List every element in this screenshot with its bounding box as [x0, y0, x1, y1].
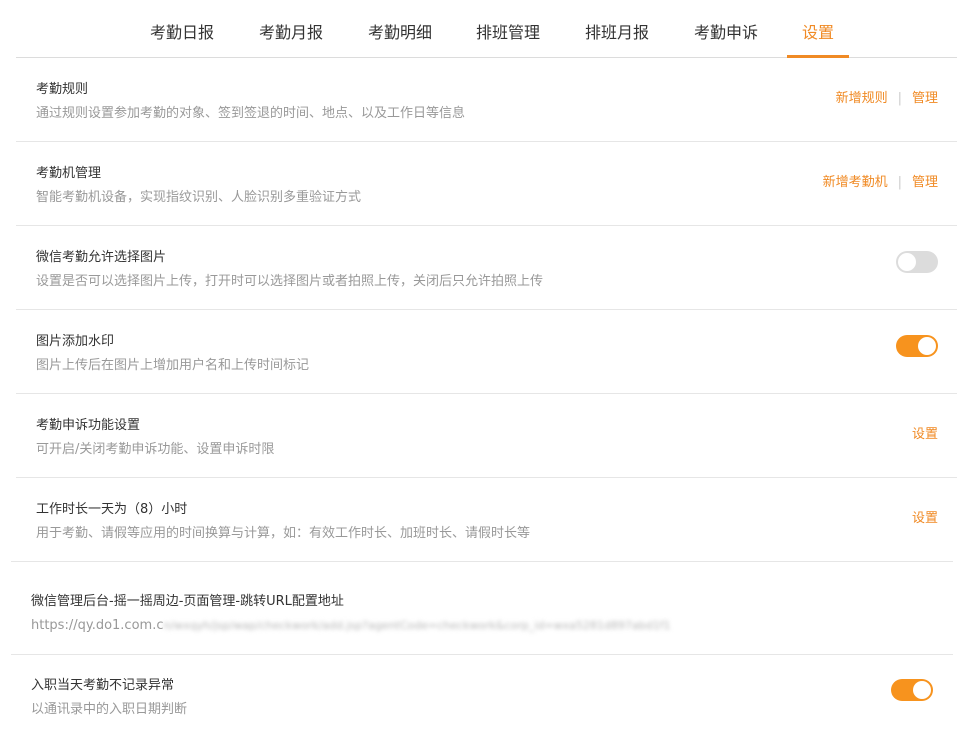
link-separator: | — [897, 91, 902, 106]
setting-row-attendance-machine: 考勤机管理 智能考勤机设备，实现指纹识别、人脸识别多重验证方式 新增考勤机 | … — [16, 142, 957, 226]
appeal-settings-link[interactable]: 设置 — [912, 426, 938, 443]
work-hours-settings-link[interactable]: 设置 — [912, 510, 938, 527]
tab-attendance-appeal[interactable]: 考勤申诉 — [694, 21, 758, 45]
setting-title: 微信管理后台-摇一摇周边-页面管理-跳转URL配置地址 — [31, 594, 344, 609]
setting-description: 用于考勤、请假等应用的时间换算与计算，如：有效工作时长、加班时长、请假时长等 — [36, 526, 531, 541]
setting-row-attendance-rules: 考勤规则 通过规则设置参加考勤的对象、签到签退的时间、地点、以及工作日等信息 新… — [16, 58, 957, 142]
add-machine-link[interactable]: 新增考勤机 — [823, 174, 888, 191]
allow-select-image-toggle[interactable] — [896, 251, 938, 273]
tab-shift-monthly-report[interactable]: 排班月报 — [585, 21, 649, 45]
image-watermark-toggle[interactable] — [896, 335, 938, 357]
tab-attendance-detail[interactable]: 考勤明细 — [368, 21, 432, 45]
setting-row-image-watermark: 图片添加水印 图片上传后在图片上增加用户名和上传时间标记 — [16, 310, 957, 394]
onboarding-day-exception-toggle[interactable] — [891, 679, 933, 701]
setting-row-onboarding-day-exception: 入职当天考勤不记录异常 以通讯录中的入职日期判断 — [11, 655, 953, 734]
manage-rules-link[interactable]: 管理 — [912, 90, 938, 107]
link-separator: | — [897, 175, 902, 190]
setting-title: 考勤申诉功能设置 — [36, 418, 141, 433]
add-rule-link[interactable]: 新增规则 — [836, 90, 888, 107]
manage-machines-link[interactable]: 管理 — [912, 174, 938, 191]
setting-title: 入职当天考勤不记录异常 — [31, 678, 175, 693]
setting-title: 考勤规则 — [36, 82, 89, 97]
setting-actions: 新增规则 | 管理 — [836, 90, 938, 107]
setting-row-appeal-function: 考勤申诉功能设置 可开启/关闭考勤申诉功能、设置申诉时限 设置 — [16, 394, 957, 478]
setting-row-allow-select-image: 微信考勤允许选择图片 设置是否可以选择图片上传，打开时可以选择图片或者拍照上传，… — [16, 226, 957, 310]
setting-title: 微信考勤允许选择图片 — [36, 250, 167, 265]
redirect-url-text[interactable]: https://qy.do1.com.cn/wxqyh/jsp/wap/chec… — [31, 617, 670, 634]
setting-row-work-hours: 工作时长一天为（8）小时 用于考勤、请假等应用的时间换算与计算，如：有效工作时长… — [11, 478, 957, 562]
tab-monthly-report[interactable]: 考勤月报 — [259, 21, 323, 45]
setting-description: 设置是否可以选择图片上传，打开时可以选择图片或者拍照上传，关闭后只允许拍照上传 — [36, 274, 544, 289]
setting-title: 图片添加水印 — [36, 334, 115, 349]
setting-description: 以通讯录中的入职日期判断 — [31, 702, 188, 717]
toggle-knob — [913, 681, 931, 699]
setting-title: 考勤机管理 — [36, 166, 102, 181]
setting-row-redirect-url: 微信管理后台-摇一摇周边-页面管理-跳转URL配置地址 https://qy.d… — [11, 571, 953, 655]
url-blurred-part: n/wxqyh/jsp/wap/checkwork/add.jsp?agentC… — [163, 619, 671, 632]
tab-settings[interactable]: 设置 — [802, 21, 834, 45]
setting-title: 工作时长一天为（8）小时 — [36, 502, 188, 517]
setting-actions: 新增考勤机 | 管理 — [823, 174, 938, 191]
top-tab-bar: 考勤日报 考勤月报 考勤明细 排班管理 排班月报 考勤申诉 设置 — [0, 0, 975, 58]
tab-shift-management[interactable]: 排班管理 — [476, 21, 540, 45]
setting-actions: 设置 — [912, 426, 938, 443]
setting-description: 图片上传后在图片上增加用户名和上传时间标记 — [36, 358, 310, 373]
url-visible-part: https://qy.do1.com.c — [31, 618, 164, 633]
setting-description: 通过规则设置参加考勤的对象、签到签退的时间、地点、以及工作日等信息 — [36, 106, 466, 121]
setting-actions: 设置 — [912, 510, 938, 527]
setting-description: 智能考勤机设备，实现指纹识别、人脸识别多重验证方式 — [36, 190, 362, 205]
setting-description: 可开启/关闭考勤申诉功能、设置申诉时限 — [36, 442, 275, 457]
row-divider — [11, 561, 953, 562]
toggle-knob — [898, 253, 916, 271]
toggle-knob — [918, 337, 936, 355]
tab-daily-report[interactable]: 考勤日报 — [150, 21, 214, 45]
